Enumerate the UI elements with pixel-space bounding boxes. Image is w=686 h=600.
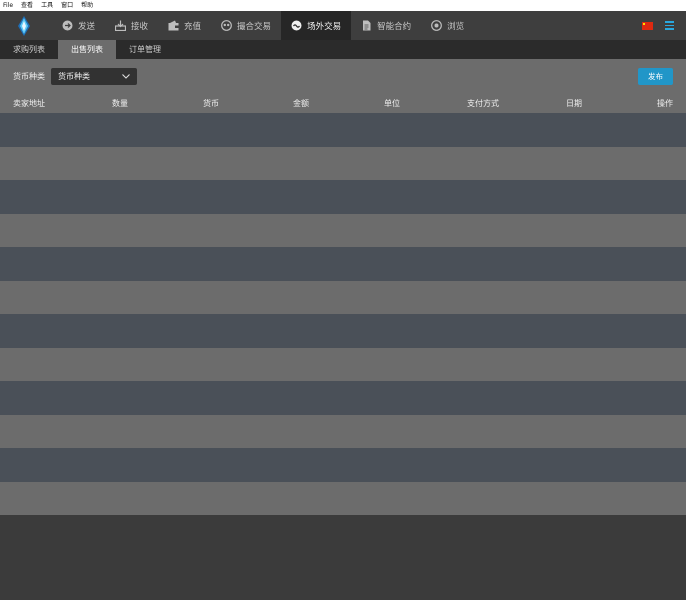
col-amount[interactable]: 金额 — [293, 94, 309, 113]
table-row[interactable] — [0, 314, 686, 348]
currency-type-select-value: 货币种类 — [58, 72, 90, 81]
table-row[interactable] — [0, 280, 686, 314]
menu-view[interactable]: 查看 — [21, 0, 33, 11]
currency-type-select[interactable]: 货币种类 — [51, 68, 137, 85]
table-row[interactable] — [0, 481, 686, 515]
table-row[interactable] — [0, 448, 686, 482]
nav-otc-trade-label: 场外交易 — [307, 21, 342, 32]
app-logo-icon[interactable] — [0, 11, 48, 40]
tab-order-management[interactable]: 订单管理 — [116, 40, 174, 59]
os-menubar: File 查看 工具 窗口 帮助 — [0, 0, 686, 11]
nav-match-trade-label: 撮合交易 — [237, 21, 272, 32]
contract-icon — [361, 20, 372, 31]
table-row[interactable] — [0, 113, 686, 147]
table-row[interactable] — [0, 347, 686, 381]
table-row[interactable] — [0, 247, 686, 281]
col-payment-method[interactable]: 支付方式 — [467, 94, 499, 113]
currency-type-label: 货币种类 — [13, 72, 45, 81]
table-row[interactable] — [0, 414, 686, 448]
col-actions: 操作 — [657, 99, 673, 108]
menu-tools[interactable]: 工具 — [41, 0, 53, 11]
wallet-icon — [168, 20, 179, 31]
nav-smart-contract[interactable]: 智能合约 — [351, 11, 421, 40]
nav-receive[interactable]: 接收 — [105, 11, 158, 40]
nav-smart-contract-label: 智能合约 — [377, 21, 412, 32]
nav-browse-label: 浏览 — [447, 21, 465, 32]
sub-tabs: 求购列表 出售列表 订单管理 — [0, 40, 686, 59]
nav-match-trade[interactable]: 撮合交易 — [211, 11, 281, 40]
col-seller-address[interactable]: 卖家地址 — [13, 94, 45, 113]
tab-sell-list[interactable]: 出售列表 — [58, 40, 116, 59]
table-row[interactable] — [0, 146, 686, 180]
nav-recharge[interactable]: 充值 — [158, 11, 211, 40]
table-body — [0, 113, 686, 515]
browse-icon — [431, 20, 442, 31]
nav-browse[interactable]: 浏览 — [421, 11, 474, 40]
table-header: 卖家地址 数量 货币 金额 单位 支付方式 日期 操作 — [0, 94, 686, 113]
filter-bar: 货币种类 货币种类 发布 — [0, 59, 686, 94]
nav-otc-trade[interactable]: 场外交易 — [281, 11, 352, 40]
table-row[interactable] — [0, 180, 686, 214]
publish-button[interactable]: 发布 — [638, 68, 673, 85]
cn-flag-icon[interactable] — [642, 21, 653, 30]
receive-icon — [115, 20, 127, 31]
col-date[interactable]: 日期 — [566, 94, 582, 113]
otc-trade-icon — [291, 20, 302, 31]
menu-window[interactable]: 窗口 — [61, 0, 73, 11]
top-nav: 发送 接收 充值 撮合交易 场外交易 智能合约 浏览 — [0, 11, 686, 40]
menu-file[interactable]: File — [3, 0, 13, 11]
nav-send[interactable]: 发送 — [52, 11, 105, 40]
table-row[interactable] — [0, 213, 686, 247]
tab-buy-list[interactable]: 求购列表 — [0, 40, 58, 59]
col-unit[interactable]: 单位 — [384, 94, 400, 113]
match-trade-icon — [221, 20, 232, 31]
table-row[interactable] — [0, 381, 686, 415]
menu-help[interactable]: 帮助 — [81, 0, 93, 11]
nav-receive-label: 接收 — [131, 21, 149, 32]
col-currency[interactable]: 货币 — [203, 94, 219, 113]
nav-send-label: 发送 — [78, 21, 96, 32]
send-icon — [62, 20, 73, 31]
hamburger-menu-icon[interactable] — [665, 21, 674, 30]
chevron-down-icon — [122, 72, 130, 81]
col-quantity[interactable]: 数量 — [112, 94, 128, 113]
nav-recharge-label: 充值 — [184, 21, 202, 32]
